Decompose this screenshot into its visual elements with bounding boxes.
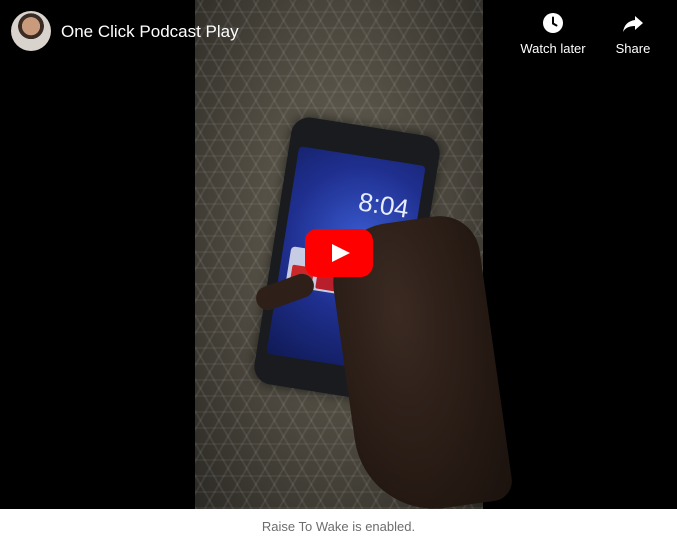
share-label: Share (615, 41, 651, 56)
channel-avatar[interactable] (11, 11, 51, 51)
share-button[interactable]: Share (593, 11, 673, 56)
play-button[interactable] (305, 229, 373, 277)
share-arrow-icon (623, 16, 643, 32)
video-player[interactable]: 8:04 One Click Podcast Play Watch later … (0, 0, 677, 509)
caption-text: Raise To Wake is enabled. (261, 519, 416, 534)
watch-later-label: Watch later (520, 41, 586, 56)
lock-screen-time: 8:04 (356, 186, 412, 224)
watch-later-button[interactable]: Watch later (513, 11, 593, 56)
play-icon (332, 244, 350, 262)
clock-icon (543, 13, 563, 33)
video-title[interactable]: One Click Podcast Play (61, 22, 239, 42)
